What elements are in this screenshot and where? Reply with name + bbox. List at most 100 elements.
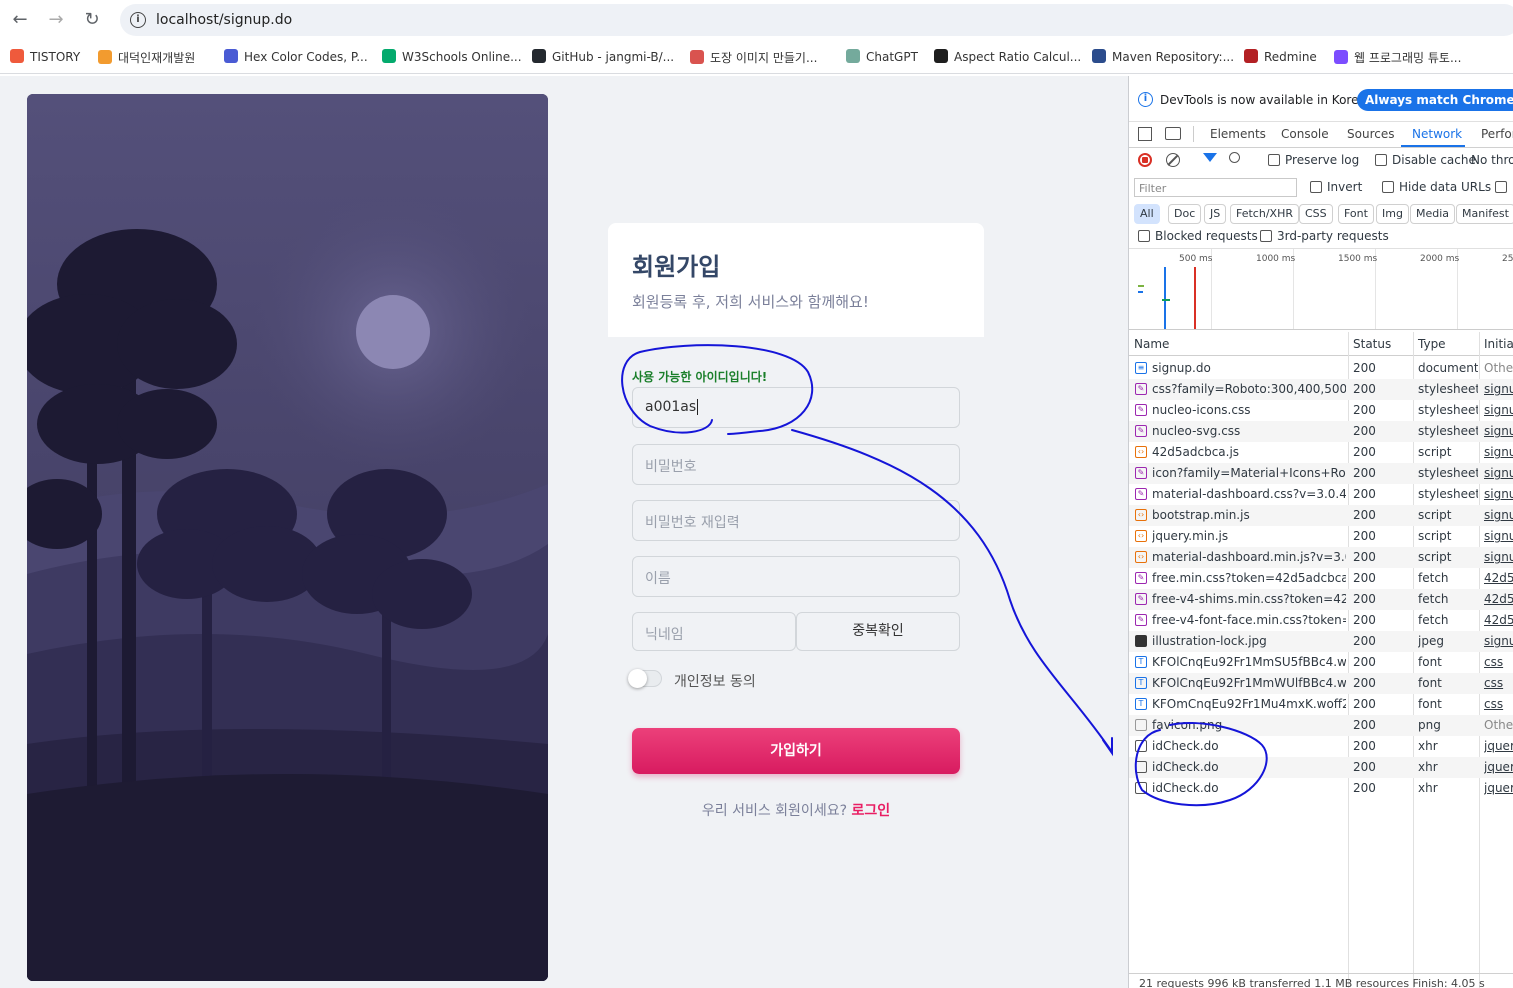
match-language-button[interactable]: Always match Chrome's lang <box>1357 89 1513 111</box>
bookmark-item[interactable]: Maven Repository:... <box>1092 49 1234 67</box>
request-row[interactable]: ✎ icon?family=Material+Icons+Round 200 styl… <box>1129 463 1513 484</box>
request-initiator[interactable]: signu <box>1484 508 1513 522</box>
request-initiator[interactable]: jquery <box>1484 739 1513 753</box>
forward-icon[interactable]: → <box>44 8 68 32</box>
column-name[interactable]: Name <box>1134 337 1169 351</box>
request-row[interactable]: ‹› jquery.min.js 200 script signu <box>1129 526 1513 547</box>
address-bar[interactable]: i localhost/signup.do <box>120 4 1513 36</box>
request-initiator[interactable]: Other <box>1484 361 1513 375</box>
request-row[interactable]: ✎ free-v4-shims.min.css?token=42d... 200 fe… <box>1129 589 1513 610</box>
request-initiator[interactable]: signu <box>1484 382 1513 396</box>
bookmark-item[interactable]: 웹 프로그래밍 튜토... <box>1334 49 1461 67</box>
request-row[interactable]: idCheck.do 200 xhr jquery <box>1129 778 1513 799</box>
request-row[interactable]: ✎ material-dashboard.css?v=3.0.4 200 styles… <box>1129 484 1513 505</box>
type-filter-chip[interactable]: Doc <box>1168 204 1202 224</box>
column-status[interactable]: Status <box>1353 337 1391 351</box>
password-input[interactable]: 비밀번호 <box>632 444 960 485</box>
invert-checkbox[interactable] <box>1310 181 1322 193</box>
tab-console[interactable]: Console <box>1281 127 1329 141</box>
type-filter-chip[interactable]: Font <box>1338 204 1374 224</box>
request-row[interactable]: T KFOlCnqEu92Fr1MmSU5fBBc4.wof... 200 font c… <box>1129 652 1513 673</box>
request-row[interactable]: ✎ free.min.css?token=42d5adcbca 200 fetch 42… <box>1129 568 1513 589</box>
request-row[interactable]: idCheck.do 200 xhr jquery <box>1129 757 1513 778</box>
disable-cache-checkbox[interactable] <box>1375 154 1387 166</box>
bookmark-item[interactable]: 대덕인재개발원 <box>98 49 195 67</box>
request-initiator[interactable]: css <box>1484 697 1513 711</box>
bookmark-item[interactable]: TISTORY <box>10 49 80 67</box>
column-initiator[interactable]: Initiat <box>1484 337 1513 351</box>
type-filter-chip[interactable]: Img <box>1376 204 1409 224</box>
request-row[interactable]: ✎ free-v4-font-face.min.css?token=4... 200… <box>1129 610 1513 631</box>
reload-icon[interactable]: ↻ <box>80 8 104 32</box>
bookmark-item[interactable]: Redmine <box>1244 49 1317 67</box>
request-initiator[interactable]: signu <box>1484 466 1513 480</box>
request-row[interactable]: ✎ nucleo-svg.css 200 stylesheet signu <box>1129 421 1513 442</box>
request-initiator[interactable]: jquery <box>1484 760 1513 774</box>
request-initiator[interactable]: 42d5a <box>1484 571 1513 585</box>
clear-icon[interactable] <box>1166 153 1180 167</box>
extra-filter-checkbox[interactable] <box>1495 181 1507 193</box>
request-initiator[interactable]: css <box>1484 655 1513 669</box>
request-row[interactable]: T KFOmCnqEu92Fr1Mu4mxK.woff2 200 font css <box>1129 694 1513 715</box>
throttling-select[interactable]: No thro <box>1471 153 1513 167</box>
request-initiator[interactable]: 42d5a <box>1484 592 1513 606</box>
network-timeline[interactable]: 500 ms 1000 ms 1500 ms 2000 ms 25 <box>1129 248 1513 330</box>
filter-input[interactable]: Filter <box>1134 178 1297 197</box>
type-filter-chip[interactable]: Fetch/XHR <box>1230 204 1299 224</box>
request-initiator[interactable]: signu <box>1484 445 1513 459</box>
request-row[interactable]: favicon.png 200 png Other <box>1129 715 1513 736</box>
bookmark-item[interactable]: ChatGPT <box>846 49 918 67</box>
bookmark-item[interactable]: 도장 이미지 만들기... <box>690 49 817 67</box>
preserve-log-checkbox[interactable] <box>1268 154 1280 166</box>
request-initiator[interactable]: signu <box>1484 424 1513 438</box>
login-link[interactable]: 로그인 <box>851 803 890 819</box>
request-row[interactable]: ‹› material-dashboard.min.js?v=3.0.4 200 sc… <box>1129 547 1513 568</box>
name-input[interactable]: 이름 <box>632 556 960 597</box>
third-party-checkbox[interactable] <box>1260 230 1272 242</box>
request-initiator[interactable]: css <box>1484 676 1513 690</box>
password-confirm-input[interactable]: 비밀번호 재입력 <box>632 500 960 541</box>
request-row[interactable]: T KFOlCnqEu92Fr1MmWUlfBBc4.wo... 200 font cs… <box>1129 673 1513 694</box>
bookmark-item[interactable]: Hex Color Codes, P... <box>224 49 368 67</box>
request-row[interactable]: idCheck.do 200 xhr jquery <box>1129 736 1513 757</box>
nickname-input[interactable]: 닉네임 <box>632 612 796 651</box>
search-icon[interactable] <box>1229 152 1240 163</box>
column-type[interactable]: Type <box>1418 337 1446 351</box>
type-filter-chip[interactable]: CSS <box>1299 204 1333 224</box>
request-initiator[interactable]: Other <box>1484 718 1513 732</box>
device-toolbar-icon[interactable] <box>1165 127 1181 140</box>
request-row[interactable]: ‹› bootstrap.min.js 200 script signu <box>1129 505 1513 526</box>
bookmark-item[interactable]: Aspect Ratio Calcul... <box>934 49 1081 67</box>
tab-network[interactable]: Network <box>1412 127 1462 141</box>
request-row[interactable]: ‹› 42d5adcbca.js 200 script signu <box>1129 442 1513 463</box>
request-row[interactable]: ✎ css?family=Roboto:300,400,500,70... 200 s… <box>1129 379 1513 400</box>
inspect-element-icon[interactable] <box>1138 127 1152 141</box>
back-icon[interactable]: ← <box>8 8 32 32</box>
site-info-icon[interactable]: i <box>130 12 146 28</box>
type-filter-chip[interactable]: JS <box>1204 204 1227 224</box>
request-initiator[interactable]: signu <box>1484 487 1513 501</box>
tab-elements[interactable]: Elements <box>1210 127 1266 141</box>
request-row[interactable]: ✎ nucleo-icons.css 200 stylesheet signu <box>1129 400 1513 421</box>
record-icon[interactable] <box>1138 153 1152 167</box>
request-row[interactable]: illustration-lock.jpg 200 jpeg signu <box>1129 631 1513 652</box>
request-initiator[interactable]: signu <box>1484 634 1513 648</box>
privacy-toggle[interactable] <box>628 669 662 688</box>
filter-icon[interactable] <box>1203 153 1217 162</box>
request-initiator[interactable]: signu <box>1484 403 1513 417</box>
request-row[interactable]: ≡ signup.do 200 document Other <box>1129 358 1513 379</box>
request-initiator[interactable]: 42d5a <box>1484 613 1513 627</box>
type-filter-chip[interactable]: Media <box>1410 204 1456 224</box>
tab-sources[interactable]: Sources <box>1347 127 1394 141</box>
bookmark-item[interactable]: GitHub - jangmi-B/... <box>532 49 674 67</box>
hide-data-urls-checkbox[interactable] <box>1382 181 1394 193</box>
request-initiator[interactable]: signu <box>1484 550 1513 564</box>
request-initiator[interactable]: jquery <box>1484 781 1513 795</box>
signup-submit-button[interactable]: 가입하기 <box>632 728 960 774</box>
blocked-requests-checkbox[interactable] <box>1138 230 1150 242</box>
duplicate-check-button[interactable]: 중복확인 <box>796 612 960 651</box>
request-initiator[interactable]: signu <box>1484 529 1513 543</box>
type-filter-chip[interactable]: All <box>1134 204 1160 224</box>
bookmark-item[interactable]: W3Schools Online... <box>382 49 522 67</box>
tab-performance[interactable]: Perfor <box>1481 127 1513 141</box>
